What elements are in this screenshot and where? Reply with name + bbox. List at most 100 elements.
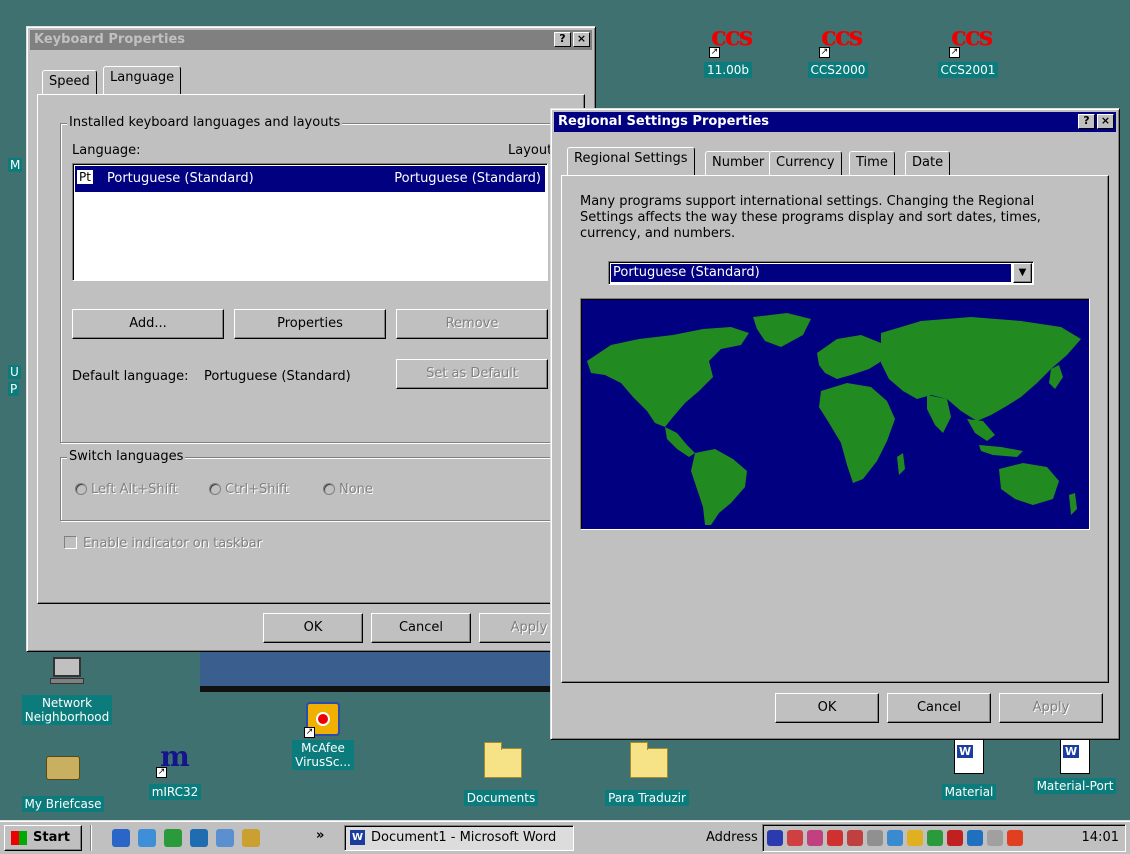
apply-button[interactable]: Apply bbox=[999, 693, 1103, 723]
network-tray-icon[interactable] bbox=[827, 830, 843, 846]
tab-date[interactable]: Date bbox=[905, 151, 951, 175]
shortcut-arrow-icon: ↗ bbox=[819, 47, 830, 58]
monitor-tray-icon[interactable] bbox=[847, 830, 863, 846]
desktop-icon-documents[interactable]: Documents bbox=[446, 742, 556, 806]
windows-logo-icon bbox=[11, 831, 27, 845]
window-title: Regional Settings Properties bbox=[558, 114, 770, 129]
desktop-icon-network-neighborhood[interactable]: Network Neighborhood bbox=[12, 655, 122, 725]
task-button-microsoft-word[interactable]: W Document1 - Microsoft Word bbox=[344, 825, 574, 851]
continent-central-america bbox=[665, 427, 695, 457]
desktop-icon-ccs2001[interactable]: ccs ↗ CCS2001 bbox=[913, 22, 1023, 78]
language-list[interactable]: Pt Portuguese (Standard) Portuguese (Sta… bbox=[72, 163, 548, 281]
language-indicator-icon[interactable] bbox=[787, 830, 803, 846]
add-button[interactable]: Add... bbox=[72, 309, 224, 339]
group-title: Switch languages bbox=[67, 449, 186, 464]
start-button[interactable]: Start bbox=[4, 825, 82, 851]
world-map[interactable] bbox=[580, 298, 1090, 530]
radio-ctrl-shift[interactable]: Ctrl+Shift bbox=[209, 482, 289, 497]
power-tray-icon[interactable] bbox=[1007, 830, 1023, 846]
desktop-icon[interactable] bbox=[164, 829, 182, 847]
address-toolbar-label[interactable]: Address bbox=[706, 830, 758, 845]
desktop-icon-material-port[interactable]: W Material-Port bbox=[1020, 738, 1130, 794]
language-tab-panel: Installed keyboard languages and layouts… bbox=[37, 94, 585, 604]
continent-africa bbox=[819, 383, 895, 483]
tab-number[interactable]: Number bbox=[705, 151, 772, 175]
tab-currency[interactable]: Currency bbox=[769, 151, 842, 175]
checkbox-icon bbox=[64, 536, 77, 549]
volume-icon[interactable] bbox=[867, 830, 883, 846]
desktop-edge-label: M bbox=[8, 158, 23, 172]
radio-left-alt-shift[interactable]: Left Alt+Shift bbox=[75, 482, 178, 497]
tab-regional-settings[interactable]: Regional Settings bbox=[567, 147, 695, 175]
norton-tray-icon[interactable] bbox=[967, 830, 983, 846]
set-as-default-button[interactable]: Set as Default bbox=[396, 359, 548, 389]
folder-icon bbox=[484, 742, 522, 782]
clock[interactable]: 14:01 bbox=[1082, 830, 1119, 845]
outlook-express-icon[interactable] bbox=[138, 829, 156, 847]
desktop-icon-ccs2000[interactable]: ccs ↗ CCS2000 bbox=[783, 22, 893, 78]
desktop-icon-ccs-1100b[interactable]: ccs ↗ 11.00b bbox=[673, 22, 783, 78]
island-new-zealand bbox=[1069, 493, 1077, 515]
desktop-icon-para-traduzir[interactable]: Para Traduzir bbox=[592, 742, 702, 806]
ok-button[interactable]: OK bbox=[263, 613, 363, 643]
tab-language[interactable]: Language bbox=[103, 66, 182, 94]
desktop-icon-mirc32[interactable]: m ↗ mIRC32 bbox=[120, 742, 230, 800]
display-tray-icon[interactable] bbox=[907, 830, 923, 846]
tab-speed[interactable]: Speed bbox=[42, 70, 97, 94]
cancel-button[interactable]: Cancel bbox=[887, 693, 991, 723]
mcafee-tray-icon[interactable] bbox=[767, 830, 783, 846]
desktop-icon-label: CCS2000 bbox=[807, 62, 869, 78]
chevron-down-icon[interactable]: ▼ bbox=[1013, 263, 1032, 283]
shortcut-arrow-icon: ↗ bbox=[709, 47, 720, 58]
cancel-button[interactable]: Cancel bbox=[371, 613, 471, 643]
help-button[interactable]: ? bbox=[554, 32, 571, 47]
ok-button[interactable]: OK bbox=[775, 693, 879, 723]
messenger-tray-icon[interactable] bbox=[947, 830, 963, 846]
desktop-icon-label: 11.00b bbox=[704, 62, 752, 78]
language-badge: Pt bbox=[77, 170, 93, 184]
desktop-icon-label: Material-Port bbox=[1033, 778, 1117, 794]
internet-explorer-icon[interactable] bbox=[112, 829, 130, 847]
group-title: Installed keyboard languages and layouts bbox=[67, 115, 343, 130]
ccs-app-icon: ccs ↗ bbox=[709, 22, 753, 58]
column-header-language: Language: bbox=[72, 143, 141, 158]
radio-circle-icon bbox=[323, 483, 335, 495]
magnifier-tray-icon[interactable] bbox=[887, 830, 903, 846]
title-bar[interactable]: Regional Settings Properties ? × bbox=[554, 112, 1116, 132]
continent-north-america bbox=[587, 327, 749, 427]
taskbar-divider bbox=[90, 825, 92, 851]
title-bar[interactable]: Keyboard Properties ? × bbox=[30, 30, 592, 50]
desktop-icon-label: Neighborhood bbox=[24, 710, 110, 724]
language-row-selected[interactable]: Pt Portuguese (Standard) Portuguese (Sta… bbox=[75, 166, 545, 192]
layout-name: Portuguese (Standard) bbox=[394, 171, 541, 186]
remove-button[interactable]: Remove bbox=[396, 309, 548, 339]
window-title: Keyboard Properties bbox=[34, 32, 186, 47]
locale-dropdown[interactable]: Portuguese (Standard) ▼ bbox=[608, 261, 1034, 285]
desktop-icon-label: McAfee bbox=[301, 741, 345, 755]
tab-time[interactable]: Time bbox=[849, 151, 895, 175]
region-india bbox=[927, 395, 951, 433]
channels-icon[interactable] bbox=[190, 829, 208, 847]
desktop-icon-label: Material bbox=[941, 784, 997, 800]
ccs-app-icon: ccs ↗ bbox=[949, 22, 993, 58]
desktop-icon-mcafee[interactable]: ↗ McAfee VirusSc... bbox=[268, 702, 378, 770]
help-button[interactable]: ? bbox=[1078, 114, 1095, 129]
chevron-right-icon[interactable]: » bbox=[316, 828, 324, 843]
antivirus-tray-icon[interactable] bbox=[927, 830, 943, 846]
shortcut-arrow-icon: ↗ bbox=[156, 767, 167, 778]
close-button[interactable]: × bbox=[1097, 114, 1114, 129]
properties-button[interactable]: Properties bbox=[234, 309, 386, 339]
desktop-icon-my-briefcase[interactable]: My Briefcase bbox=[8, 748, 118, 812]
scheduler-tray-icon[interactable] bbox=[807, 830, 823, 846]
quick-view-icon[interactable] bbox=[216, 829, 234, 847]
close-button[interactable]: × bbox=[573, 32, 590, 47]
sound-tray-icon[interactable] bbox=[987, 830, 1003, 846]
desktop-icon-material[interactable]: W Material bbox=[914, 738, 1024, 800]
word-document-icon: W bbox=[952, 738, 986, 774]
word-document-icon: W bbox=[1058, 738, 1092, 774]
desktop-icon-label: mIRC32 bbox=[148, 784, 202, 800]
keyboard-properties-window: Keyboard Properties ? × Speed Language I… bbox=[26, 26, 596, 652]
radio-none[interactable]: None bbox=[323, 482, 373, 497]
search-icon[interactable] bbox=[242, 829, 260, 847]
enable-indicator-checkbox[interactable]: Enable indicator on taskbar bbox=[64, 536, 262, 551]
